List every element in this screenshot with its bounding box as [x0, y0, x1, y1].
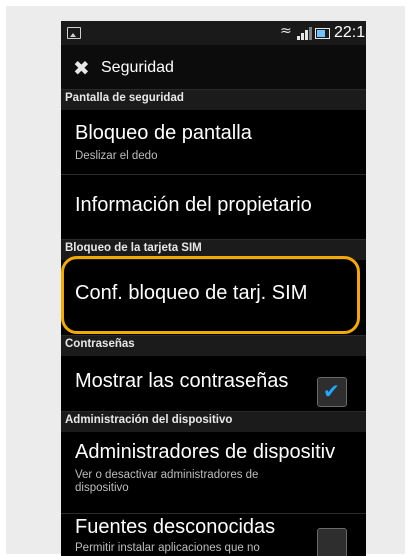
setting-summary: Ver o desactivar administradores de disp…	[75, 469, 259, 494]
show-passwords-checkbox[interactable]: ✔	[317, 377, 347, 407]
setting-owner-info[interactable]: Información del propietario	[61, 175, 366, 239]
setting-title: Información del propietario	[75, 194, 312, 216]
setting-screen-lock[interactable]: Bloqueo de pantalla Deslizar el dedo	[61, 110, 366, 174]
image-notification-icon	[67, 27, 81, 39]
page-title: Seguridad	[101, 59, 174, 76]
setting-summary: Deslizar el dedo	[75, 150, 158, 162]
setting-summary: Permitir instalar aplicaciones que no	[75, 542, 260, 554]
section-header-passwords: Contraseñas	[61, 335, 366, 357]
wifi-icon: ≈	[280, 23, 292, 39]
setting-title: Fuentes desconocidas	[75, 516, 276, 538]
setting-title: Administradores de dispositiv	[75, 441, 336, 463]
battery-icon	[315, 28, 330, 39]
section-header-screen-security: Pantalla de seguridad	[61, 89, 366, 111]
setting-title: Mostrar las contraseñas	[75, 370, 289, 392]
unknown-sources-checkbox[interactable]	[317, 528, 347, 556]
highlight-outline	[61, 256, 360, 334]
tools-icon: ✖	[73, 56, 90, 80]
status-bar: ≈ 22:15	[61, 21, 366, 45]
action-bar: ✖ Seguridad	[61, 45, 366, 89]
setting-title: Bloqueo de pantalla	[75, 122, 252, 144]
section-header-device-admin: Administración del dispositivo	[61, 411, 366, 433]
setting-device-admins[interactable]: Administradores de dispositiv Ver o desa…	[61, 432, 366, 514]
setting-unknown-sources[interactable]: Fuentes desconocidas Permitir instalar a…	[61, 514, 366, 556]
checkmark-icon: ✔	[323, 379, 340, 403]
status-time: 22:15	[334, 24, 366, 41]
signal-icon	[297, 26, 312, 40]
